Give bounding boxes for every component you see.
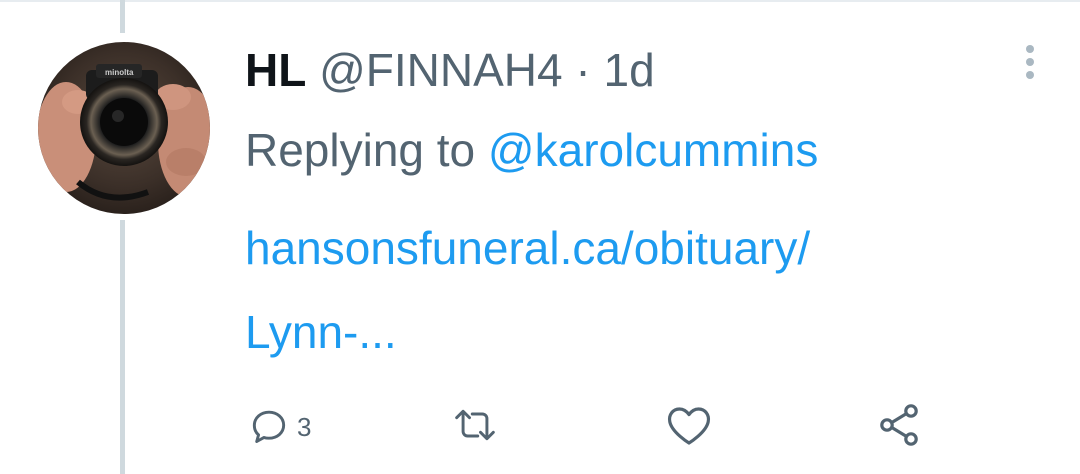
tweet-link[interactable]: hansonsfuneral.ca/obituary/ Lynn-... bbox=[245, 206, 1045, 374]
user-handle[interactable]: @FINNAH4 bbox=[319, 44, 563, 96]
avatar[interactable]: minolta bbox=[38, 42, 210, 214]
link-line-1[interactable]: hansonsfuneral.ca/obituary/ bbox=[245, 206, 1045, 290]
more-vertical-icon bbox=[1026, 71, 1034, 79]
thread-connector-line bbox=[120, 220, 125, 474]
reply-count: 3 bbox=[297, 411, 312, 442]
tweet-actions: 3 bbox=[245, 395, 965, 455]
share-nodes-icon bbox=[875, 401, 923, 449]
thread-connector-line bbox=[120, 0, 125, 33]
replying-to-mention[interactable]: @karolcummins bbox=[488, 124, 818, 176]
share-button[interactable] bbox=[875, 395, 923, 455]
more-vertical-icon bbox=[1026, 45, 1034, 53]
top-divider bbox=[0, 0, 1080, 2]
replying-to-line: Replying to @karolcummins bbox=[245, 122, 1045, 178]
svg-text:minolta: minolta bbox=[105, 68, 134, 77]
tweet-timestamp[interactable]: 1d bbox=[604, 44, 655, 96]
display-name[interactable]: HL bbox=[245, 44, 306, 96]
tweet-card[interactable]: minolta HL @FINNAH4 · 1d Replying to @ka… bbox=[0, 0, 1080, 474]
more-options-button[interactable] bbox=[1022, 45, 1038, 89]
more-vertical-icon bbox=[1026, 58, 1034, 66]
replying-to-label: Replying to bbox=[245, 124, 476, 176]
separator-dot: · bbox=[575, 44, 591, 96]
reply-button[interactable]: 3 bbox=[247, 395, 311, 455]
heart-icon bbox=[665, 403, 713, 447]
like-button[interactable] bbox=[665, 395, 719, 455]
retweet-arrows-icon bbox=[451, 403, 499, 447]
comment-bubble-icon bbox=[247, 403, 291, 447]
tweet-header: HL @FINNAH4 · 1d bbox=[245, 40, 1045, 100]
tweet-content: HL @FINNAH4 · 1d Replying to @karolcummi… bbox=[245, 40, 1045, 374]
retweet-button[interactable] bbox=[451, 395, 505, 455]
link-line-2[interactable]: Lynn-... bbox=[245, 290, 1045, 374]
